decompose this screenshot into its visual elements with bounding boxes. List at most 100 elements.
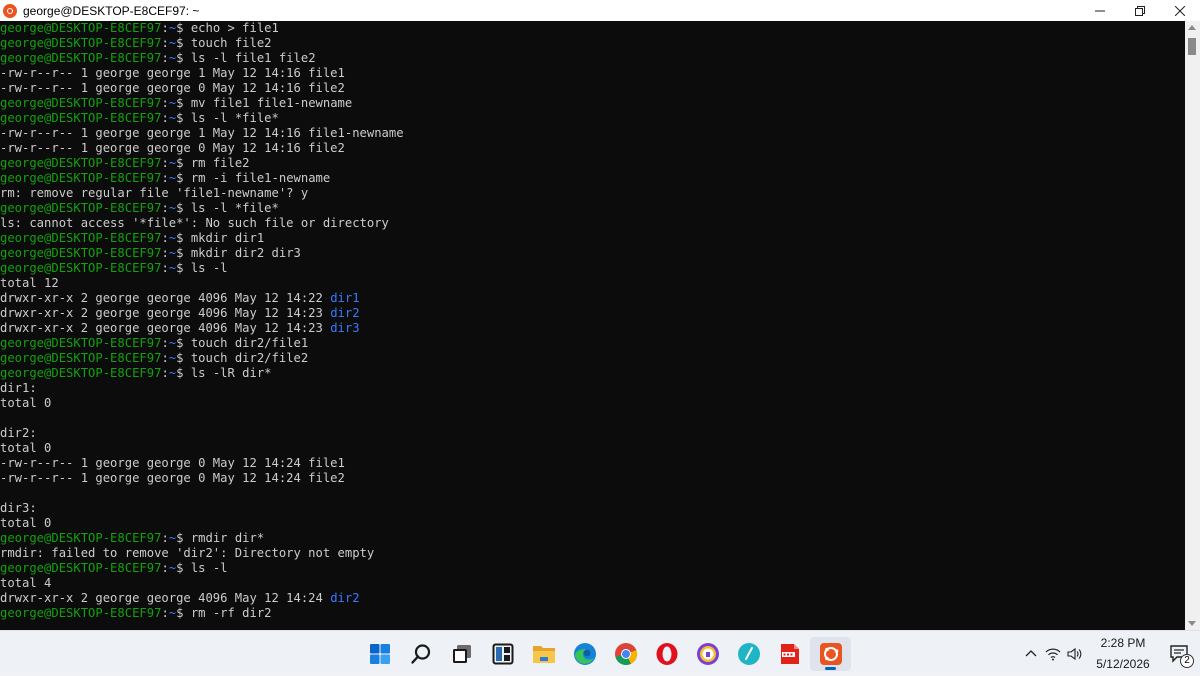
clock-date: 5/12/2026 <box>1096 656 1150 671</box>
opera-button[interactable] <box>646 637 687 671</box>
terminal-prompt-symbol: $ <box>176 336 191 350</box>
notes-app-icon <box>737 643 760 665</box>
terminal-output-line: rm: remove regular file 'file1-newname'?… <box>0 186 309 200</box>
terminal-prompt-symbol: $ <box>176 36 191 50</box>
volume-button[interactable] <box>1064 639 1086 669</box>
terminal-output-line: total 0 <box>0 396 52 410</box>
widgets-button[interactable] <box>482 637 523 671</box>
close-button[interactable] <box>1160 0 1200 21</box>
task-view-button[interactable] <box>441 637 482 671</box>
terminal-output-line: drwxr-xr-x 2 george george 4096 May 12 1… <box>0 321 404 336</box>
terminal-command-text: ls -l <box>190 261 228 275</box>
terminal-prompt-user: george@DESKTOP-E8CEF97 <box>0 111 162 125</box>
scroll-down-arrow-icon[interactable] <box>1188 621 1196 626</box>
terminal-output-line: -rw-r--r-- 1 george george 1 May 12 14:1… <box>0 126 404 140</box>
restore-button[interactable] <box>1120 0 1160 21</box>
system-tray: 2:28 PM 5/12/2026 2 <box>1020 631 1200 676</box>
terminal-command-text: mkdir dir1 <box>190 231 265 245</box>
terminal-prompt-separator: : <box>161 51 169 65</box>
vpn-button[interactable] <box>687 637 728 671</box>
terminal-prompt-separator: : <box>161 531 169 545</box>
terminal-output-line: total 12 <box>0 276 59 290</box>
terminal-prompt-symbol: $ <box>176 51 191 65</box>
terminal-prompt-separator: : <box>161 36 169 50</box>
terminal-output-line: -rw-r--r-- 1 george george 0 May 12 14:2… <box>0 471 345 485</box>
terminal-prompt-user: george@DESKTOP-E8CEF97 <box>0 366 162 380</box>
terminal-command-text: mkdir dir2 dir3 <box>190 246 301 260</box>
terminal-prompt-user: george@DESKTOP-E8CEF97 <box>0 531 162 545</box>
terminal-prompt-user: george@DESKTOP-E8CEF97 <box>0 261 162 275</box>
chrome-icon <box>614 643 637 665</box>
terminal-command-text: touch file2 <box>190 36 272 50</box>
terminal-command-text: rm -rf dir2 <box>190 606 272 620</box>
terminal-command-line: george@DESKTOP-E8CEF97:~$ ls -l file1 fi… <box>0 51 404 66</box>
terminal-output-line: dir2: <box>0 426 37 440</box>
terminal-command-text: mv file1 file1-newname <box>190 96 353 110</box>
notification-center-button[interactable]: 2 <box>1160 631 1200 676</box>
start-button[interactable] <box>359 637 400 671</box>
terminal-command-text: touch dir2/file2 <box>190 351 309 365</box>
edge-button[interactable] <box>564 637 605 671</box>
notes-button[interactable] <box>728 637 769 671</box>
scroll-thumb[interactable] <box>1188 38 1196 55</box>
terminal-output-line: drwxr-xr-x 2 george george 4096 May 12 1… <box>0 591 404 606</box>
terminal-command-line: george@DESKTOP-E8CEF97:~$ ls -lR dir* <box>0 366 404 381</box>
minimize-icon <box>1095 10 1105 11</box>
terminal-prompt-symbol: $ <box>176 111 191 125</box>
terminal-prompt-separator: : <box>161 246 169 260</box>
terminal-output[interactable]: george@DESKTOP-E8CEF97:~$ echo > file1 ge… <box>0 21 1185 630</box>
ubuntu-app-icon <box>3 3 17 18</box>
chevron-up-icon <box>1025 649 1037 656</box>
terminal-command-line: george@DESKTOP-E8CEF97:~$ touch file2 <box>0 36 404 51</box>
terminal-command-text: ls -l file1 file2 <box>190 51 316 65</box>
terminal-prompt-separator: : <box>161 201 169 215</box>
terminal-command-line: george@DESKTOP-E8CEF97:~$ rm -rf dir2 <box>0 606 404 621</box>
taskbar-apps <box>359 637 851 671</box>
terminal-output-line: -rw-r--r-- 1 george george 1 May 12 14:1… <box>0 66 345 80</box>
terminal-command-text: rm file2 <box>190 156 250 170</box>
terminal-output-line: total 4 <box>0 576 52 590</box>
terminal-prompt-user: george@DESKTOP-E8CEF97 <box>0 36 162 50</box>
terminal-output-text: drwxr-xr-x 2 george george 4096 May 12 1… <box>0 306 331 320</box>
network-button[interactable] <box>1042 639 1064 669</box>
terminal-command-line: george@DESKTOP-E8CEF97:~$ ls -l *file* <box>0 201 404 216</box>
terminal-output-line: total 0 <box>0 441 52 455</box>
clock[interactable]: 2:28 PM 5/12/2026 <box>1086 633 1160 675</box>
terminal-command-text: rm -i file1-newname <box>190 171 331 185</box>
terminal-prompt-symbol: $ <box>176 21 191 35</box>
terminal-prompt-symbol: $ <box>176 156 191 170</box>
terminal-command-line: george@DESKTOP-E8CEF97:~$ ls -l <box>0 261 404 276</box>
terminal-command-line: george@DESKTOP-E8CEF97:~$ ls -l *file* <box>0 111 404 126</box>
ubuntu-taskbar-button[interactable] <box>810 637 851 671</box>
terminal-command-line: george@DESKTOP-E8CEF97:~$ mv file1 file1… <box>0 96 404 111</box>
terminal-prompt-separator: : <box>161 171 169 185</box>
terminal-prompt-separator: : <box>161 561 169 575</box>
file-explorer-button[interactable] <box>523 637 564 671</box>
terminal-output-line: -rw-r--r-- 1 george george 0 May 12 14:1… <box>0 81 345 95</box>
scroll-up-arrow-icon[interactable] <box>1188 25 1196 30</box>
terminal-prompt-separator: : <box>161 96 169 110</box>
wifi-icon <box>1045 648 1061 660</box>
chrome-button[interactable] <box>605 637 646 671</box>
terminal-output-line: drwxr-xr-x 2 george george 4096 May 12 1… <box>0 291 404 306</box>
terminal-scrollbar[interactable] <box>1185 21 1200 630</box>
terminal-prompt-user: george@DESKTOP-E8CEF97 <box>0 171 162 185</box>
minimize-button[interactable] <box>1080 0 1120 21</box>
terminal-lines: george@DESKTOP-E8CEF97:~$ echo > file1 ge… <box>0 21 404 621</box>
terminal-prompt-symbol: $ <box>176 351 191 365</box>
pdf-button[interactable] <box>769 637 810 671</box>
terminal-output-line: -rw-r--r-- 1 george george 0 May 12 14:2… <box>0 456 345 470</box>
terminal-prompt-symbol: $ <box>176 201 191 215</box>
terminal-directory-name: dir1 <box>330 291 360 305</box>
terminal-command-line: george@DESKTOP-E8CEF97:~$ touch dir2/fil… <box>0 336 404 351</box>
terminal-prompt-separator: : <box>161 156 169 170</box>
ubuntu-icon <box>819 643 842 665</box>
terminal-command-line: george@DESKTOP-E8CEF97:~$ ls -l <box>0 561 404 576</box>
terminal-prompt-user: george@DESKTOP-E8CEF97 <box>0 201 162 215</box>
window-titlebar[interactable]: george@DESKTOP-E8CEF97: ~ <box>0 0 1200 21</box>
search-button[interactable] <box>400 637 441 671</box>
show-hidden-icons-button[interactable] <box>1020 639 1042 669</box>
terminal-command-line: george@DESKTOP-E8CEF97:~$ echo > file1 <box>0 21 404 36</box>
terminal-command-text: ls -l <box>190 561 228 575</box>
